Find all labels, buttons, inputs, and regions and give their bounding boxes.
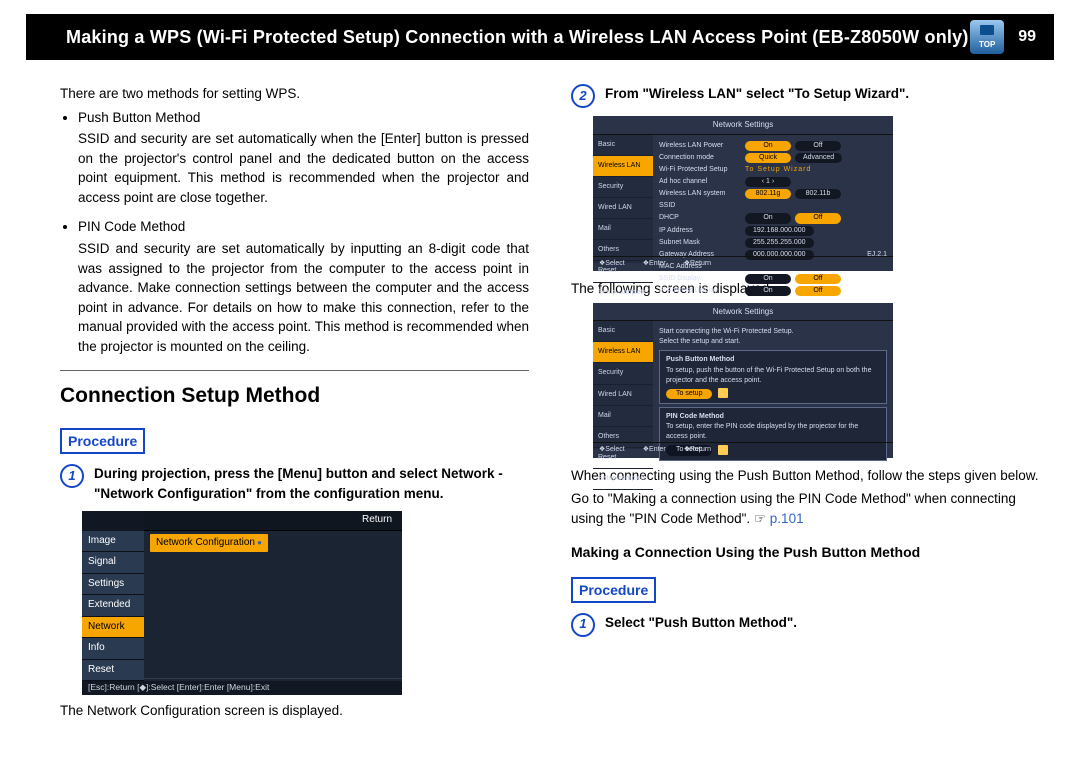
method1-desc: SSID and security are set automatically … — [78, 129, 529, 207]
wizard-side-item-selected: Wireless LAN — [593, 342, 653, 363]
wizard-screenshot-2: Network Settings Basic Wireless LAN Secu… — [593, 303, 893, 458]
menu1-side-item: Signal — [82, 552, 144, 574]
wizard-side-item: Basic — [593, 321, 653, 342]
page-link-101[interactable]: p.101 — [770, 511, 804, 526]
wizard2-main: Start connecting the Wi-Fi Protected Set… — [653, 321, 893, 449]
wizard-foot-item: Return — [684, 445, 711, 455]
wizard-side-item: Wired LAN — [593, 385, 653, 406]
step1-text: During projection, press the [Menu] butt… — [94, 464, 529, 503]
pointer-icon: ☞ — [754, 511, 770, 526]
left-column: There are two methods for setting WPS. P… — [60, 84, 529, 725]
wizard1-footer: Select Enter Return — [593, 256, 893, 271]
caption-1: The Network Configuration screen is disp… — [60, 701, 529, 721]
content-columns: There are two methods for setting WPS. P… — [0, 60, 1080, 725]
top-icon[interactable]: TOP — [970, 20, 1004, 54]
wizard1-sidebar: Basic Wireless LAN Security Wired LAN Ma… — [593, 135, 653, 263]
intro-text: There are two methods for setting WPS. — [60, 84, 529, 104]
step-2: 2 From "Wireless LAN" select "To Setup W… — [571, 84, 1040, 108]
method2-desc: SSID and security are set automatically … — [78, 239, 529, 356]
wizard2-intro1: Start connecting the Wi-Fi Protected Set… — [659, 327, 887, 337]
header-right: TOP 99 — [970, 20, 1036, 54]
wizard2-intro2: Select the setup and start. — [659, 337, 887, 347]
wizard-foot-item: Enter — [643, 445, 666, 455]
lock-icon — [718, 388, 728, 398]
wizard-side-item-selected: Wireless LAN — [593, 156, 653, 177]
procedure-label: Procedure — [60, 428, 145, 454]
step-num-icon: 1 — [60, 464, 84, 488]
wizard-side-item: Setup complete — [593, 469, 653, 490]
wizard-screenshot-1: Network Settings Basic Wireless LAN Secu… — [593, 116, 893, 271]
right-column: 2 From "Wireless LAN" select "To Setup W… — [571, 84, 1040, 725]
menu1-side-item: Image — [82, 531, 144, 553]
menu1-main: Network Configuration — [144, 531, 402, 682]
page-header: Making a WPS (Wi-Fi Protected Setup) Con… — [26, 14, 1054, 60]
menu1-side-item: Extended — [82, 595, 144, 617]
step1b-text: Select "Push Button Method". — [605, 613, 797, 637]
section-heading: Connection Setup Method — [60, 381, 529, 411]
panel-desc: To setup, push the button of the Wi-Fi P… — [666, 366, 880, 386]
section-divider — [60, 370, 529, 371]
subheading-pushbutton: Making a Connection Using the Push Butto… — [571, 542, 1040, 562]
header-title: Making a WPS (Wi-Fi Protected Setup) Con… — [66, 27, 969, 48]
menu1-side-item: Settings — [82, 574, 144, 596]
panel-button: To setup — [666, 389, 712, 399]
wizard2-title: Network Settings — [593, 303, 893, 322]
wizard-side-item: Basic — [593, 135, 653, 156]
step-num-icon: 2 — [571, 84, 595, 108]
wizard-foot-item: Select — [599, 259, 625, 269]
step2-text: From "Wireless LAN" select "To Setup Wiz… — [605, 84, 909, 108]
paragraph-pincode: Go to "Making a connection using the PIN… — [571, 489, 1040, 528]
menu1-side-item-selected: Network — [82, 617, 144, 639]
wizard1-main: Wireless LAN PowerOnOffConnection modeQu… — [653, 135, 893, 263]
wizard-foot-item: Return — [684, 259, 711, 269]
wizard1-title: Network Settings — [593, 116, 893, 135]
step-num-icon: 1 — [571, 613, 595, 637]
menu1-footer: [Esc]:Return [◆]:Select [Enter]:Enter [M… — [82, 678, 402, 695]
step-1b: 1 Select "Push Button Method". — [571, 613, 1040, 637]
menu1-sidebar: Image Signal Settings Extended Network I… — [82, 531, 144, 682]
menu1-network-config: Network Configuration — [150, 534, 268, 553]
wizard2-sidebar: Basic Wireless LAN Security Wired LAN Ma… — [593, 321, 653, 449]
panel-desc: To setup, enter the PIN code displayed b… — [666, 422, 880, 442]
method2-title: PIN Code Method — [78, 217, 529, 237]
wizard-side-item: Wired LAN — [593, 198, 653, 219]
wizard2-footer: Select Enter Return — [593, 442, 893, 457]
wizard-side-item: Security — [593, 363, 653, 384]
step-1: 1 During projection, press the [Menu] bu… — [60, 464, 529, 503]
wizard-side-item: Mail — [593, 219, 653, 240]
method1-title: Push Button Method — [78, 108, 529, 128]
menu1-return-bar: Return — [144, 511, 402, 531]
procedure-label-2: Procedure — [571, 577, 656, 603]
wizard-foot-item: Enter — [643, 259, 666, 269]
panel-title: PIN Code Method — [666, 412, 880, 422]
wizard-side-item: Setup complete — [593, 283, 653, 304]
wizard-side-item: Security — [593, 177, 653, 198]
page-number: 99 — [1018, 28, 1036, 46]
wizard-side-item: Mail — [593, 406, 653, 427]
menu1-side-item: Info — [82, 638, 144, 660]
panel-title: Push Button Method — [666, 355, 880, 365]
menu-screenshot-1: Return Image Signal Settings Extended Ne… — [82, 511, 402, 695]
wizard-foot-item: Select — [599, 445, 625, 455]
wizard2-panel-pushbutton: Push Button Method To setup, push the bu… — [659, 350, 887, 404]
